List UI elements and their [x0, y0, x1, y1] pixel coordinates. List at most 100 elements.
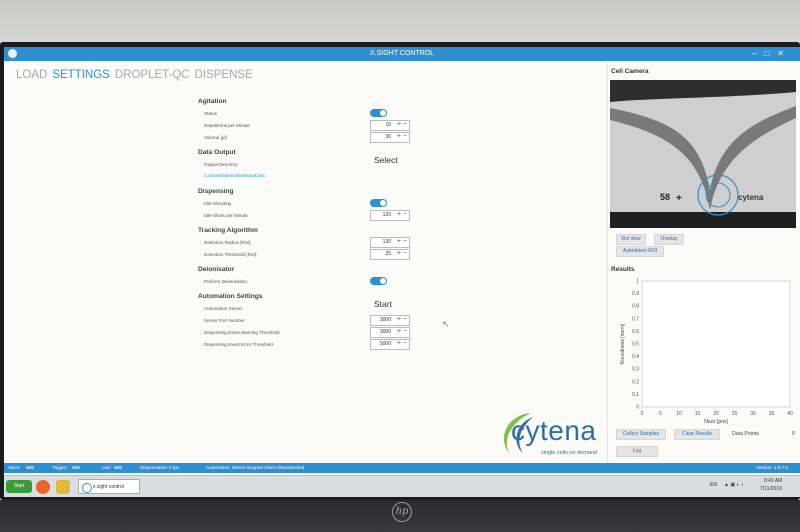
wall-background	[0, 0, 800, 42]
x-axis-label: Nozz [pos]	[704, 419, 728, 425]
version-label: Version: 1.0.7.0	[756, 465, 788, 470]
y-tick-label: 1	[636, 279, 639, 285]
folder-icon[interactable]	[56, 480, 70, 494]
port-label: Server Port Number	[204, 318, 245, 323]
clock-date: 7/11/2019	[760, 486, 782, 492]
collect-samples-button[interactable]: Collect Samples	[616, 429, 666, 440]
window-controls[interactable]: –□✕	[752, 47, 792, 61]
output-directory-label: Output Directory:	[204, 162, 239, 167]
cell-camera-view[interactable]: 58 + cytena	[610, 80, 796, 228]
deionisation-toggle[interactable]	[370, 277, 387, 285]
idle-shots-stepper[interactable]: 120 + −	[370, 210, 410, 221]
results-title: Results	[611, 266, 635, 273]
perform-deionisation-label: Perform Deionisation	[204, 279, 247, 284]
x-tick-label: 0	[641, 411, 644, 417]
y-tick-label: 0.7	[632, 316, 639, 322]
autodetect-roi-button[interactable]: Autodetect ROI	[616, 246, 664, 257]
trigger-icon: ⊞⊞	[72, 465, 80, 470]
repetitions-label: Repetitions per Minute	[204, 123, 250, 128]
port-stepper[interactable]: 3000 + −	[370, 315, 410, 326]
y-tick-label: 0.8	[632, 304, 639, 310]
y-axis-label: Roundness [norm]	[620, 323, 626, 364]
x-tick-label: 25	[732, 411, 738, 417]
x-tick-label: 20	[713, 411, 719, 417]
detection-threshold-label: Detection Threshold [RoI]:	[204, 252, 258, 257]
language-indicator[interactable]: EN	[710, 482, 717, 488]
screen: X.SIGHT CONTROL –□✕ LOAD SETTINGS DROPLET-…	[4, 47, 800, 497]
x-tick-label: 5	[659, 411, 662, 417]
clock-time: 9:41 AM	[764, 478, 783, 484]
app-icon	[8, 49, 17, 58]
output-path: C:\Users\admin\Desktop\Data	[204, 173, 265, 178]
roi-view-button[interactable]: RoI view	[616, 234, 646, 245]
start-button[interactable]: Start	[6, 480, 32, 493]
repetitions-stepper[interactable]: 10 + −	[370, 120, 410, 131]
tab-dispense[interactable]: DISPENSE	[195, 69, 253, 81]
firefox-icon[interactable]	[36, 480, 50, 494]
section-agitation: Agitation	[198, 98, 227, 105]
y-tick-label: 0.2	[632, 379, 639, 385]
x-tick-label: 30	[750, 411, 756, 417]
overlay-button[interactable]: Overlay	[654, 234, 684, 245]
valve-icon: ⊞⊞	[26, 465, 34, 470]
led-status: Led:	[102, 465, 111, 470]
warning-threshold-stepper[interactable]: 3000 + −	[370, 327, 410, 338]
title-bar: X.SIGHT CONTROL –□✕	[4, 47, 800, 61]
tray-icons[interactable]: ▲ ▣ ◐ ♪	[724, 482, 743, 488]
led-icon: ⊞⊞	[114, 465, 122, 470]
hp-logo-icon: hp	[392, 502, 412, 522]
tab-load[interactable]: LOAD	[16, 69, 47, 81]
select-button[interactable]: Select	[374, 155, 398, 165]
x-tick-label: 40	[787, 411, 793, 417]
agitation-status-toggle[interactable]	[370, 109, 387, 117]
data-points-label: Data Points	[732, 431, 759, 437]
idle-shooting-label: Idle-Shooting	[204, 201, 232, 206]
cell-camera-title: Cell Camera	[611, 68, 649, 75]
taskbar: Start x.sight control EN ▲ ▣ ◐ ♪ 9:41 AM…	[4, 475, 800, 497]
y-tick-label: 0	[636, 405, 639, 411]
taskbar-app-xsight[interactable]: x.sight control	[78, 479, 140, 494]
cytena-logo: cytena single cells on demand	[491, 405, 611, 465]
clear-results-button[interactable]: Clear Results	[674, 429, 720, 440]
automation-status: Automation: Server stopped Client discon…	[206, 465, 305, 470]
main-nav: LOAD SETTINGS DROPLET-QC DISPENSE	[16, 69, 258, 81]
tab-droplet-qc[interactable]: DROPLET-QC	[115, 69, 190, 81]
idle-shooting-toggle[interactable]	[370, 199, 387, 207]
camera-image: 58 + cytena	[610, 80, 796, 228]
logo-word: cytena	[511, 415, 597, 446]
y-tick-label: 0.3	[632, 367, 639, 373]
camera-number: 58	[660, 192, 670, 202]
automation-server-label: Automation Server:	[204, 306, 244, 311]
detection-radius-stepper[interactable]: 130 + −	[370, 237, 410, 248]
xsight-task-icon	[82, 483, 92, 493]
section-dispensing: Dispensing	[198, 188, 234, 195]
warning-threshold-label: Dispensing Event Warning Threshold	[204, 330, 280, 335]
logo-tagline: single cells on demand	[541, 450, 597, 456]
results-chart: 0 5 10 15 20 25 30 35 40 0 0.1 0.2 0.3 0.4 0.5 0.6 0.7 0.…	[614, 277, 796, 427]
x-tick-label: 35	[769, 411, 775, 417]
y-tick-label: 0.6	[632, 329, 639, 335]
mouse-cursor-icon: ↖	[442, 319, 450, 329]
plot-area	[641, 280, 791, 408]
volume-stepper[interactable]: 30 + −	[370, 132, 410, 143]
settings-form: Agitation Status Repetitions per Minute 1…	[198, 93, 418, 351]
log-button[interactable]: Log	[616, 446, 658, 457]
tab-settings[interactable]: SETTINGS	[52, 69, 110, 81]
y-tick-label: 0.1	[632, 392, 639, 398]
detection-radius-label: Detection Radius [RoI]:	[204, 240, 252, 245]
x-tick-label: 10	[676, 411, 682, 417]
status-bar: Valve: ⊞⊞ Trigger: ⊞⊞ Led: ⊞⊞ Dispensati…	[4, 463, 800, 473]
detection-threshold-stepper[interactable]: 25 + −	[370, 249, 410, 260]
y-tick-label: 0.9	[632, 291, 639, 297]
start-button[interactable]: Start	[374, 299, 392, 309]
trigger-status: Trigger:	[52, 465, 68, 470]
error-threshold-stepper[interactable]: 5000 + −	[370, 339, 410, 350]
camera-overlay-text: cytena	[738, 193, 764, 202]
svg-text:+: +	[676, 193, 682, 204]
error-threshold-label: Dispensing Event Error Threshold	[204, 342, 273, 347]
x-tick-label: 15	[695, 411, 701, 417]
volume-label: Volume [µl]	[204, 135, 227, 140]
results-chart-svg: 0 5 10 15 20 25 30 35 40 0 0.1 0.2 0.3 0.4 0.5 0.6 0.7 0.…	[620, 279, 793, 426]
dispensation-status: Dispensation: 0 ips	[140, 465, 179, 470]
data-points-value: 0	[792, 431, 795, 437]
